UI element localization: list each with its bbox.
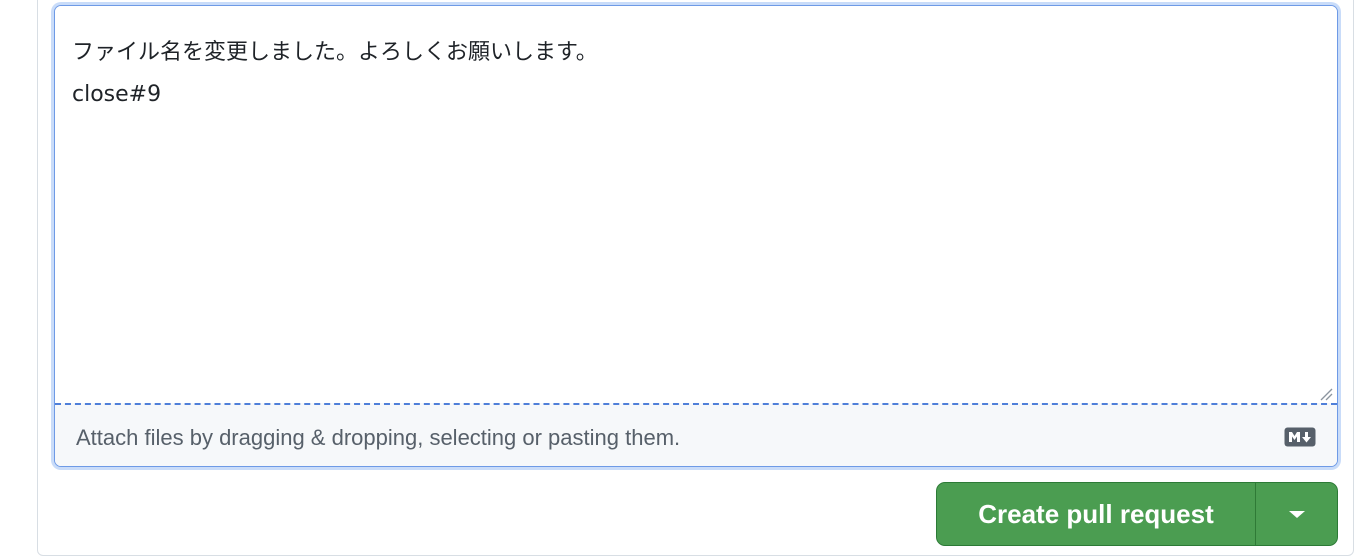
comment-line-2: close#9 xyxy=(72,82,162,107)
file-attachment-bar[interactable]: Attach files by dragging & dropping, sel… xyxy=(55,403,1337,466)
resize-grip-icon[interactable] xyxy=(1319,387,1333,401)
markdown-icon[interactable] xyxy=(1284,427,1316,447)
comment-textarea[interactable]: ファイル名を変更しました。よろしくお願いします。 close#9 xyxy=(55,6,1337,403)
comment-editor: ファイル名を変更しました。よろしくお願いします。 close#9 Attach … xyxy=(54,5,1338,467)
comment-line-1: ファイル名を変更しました。よろしくお願いします。 xyxy=(72,40,598,65)
attach-files-hint: Attach files by dragging & dropping, sel… xyxy=(76,425,681,450)
create-pull-request-button[interactable]: Create pull request xyxy=(937,483,1255,545)
create-pull-request-button-group: Create pull request xyxy=(936,482,1338,546)
create-pull-request-options-button[interactable] xyxy=(1256,483,1337,545)
page: ファイル名を変更しました。よろしくお願いします。 close#9 Attach … xyxy=(0,0,1364,558)
chevron-down-icon xyxy=(1288,511,1305,518)
